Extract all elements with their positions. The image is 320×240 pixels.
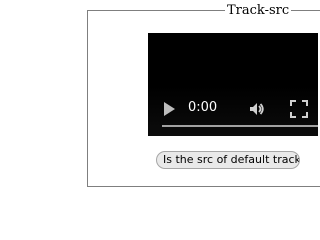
time-display: 0:00 — [188, 100, 218, 115]
fullscreen-icon[interactable] — [290, 100, 308, 118]
fieldset-legend: Track-src — [225, 3, 292, 18]
check-track-src-button[interactable]: Is the src of default track trus — [156, 151, 300, 169]
play-icon[interactable] — [162, 101, 176, 117]
video-controls: 0:00 — [148, 86, 318, 136]
volume-icon[interactable] — [248, 100, 266, 118]
video-player[interactable]: 0:00 — [148, 33, 318, 136]
seek-bar[interactable] — [162, 125, 318, 127]
